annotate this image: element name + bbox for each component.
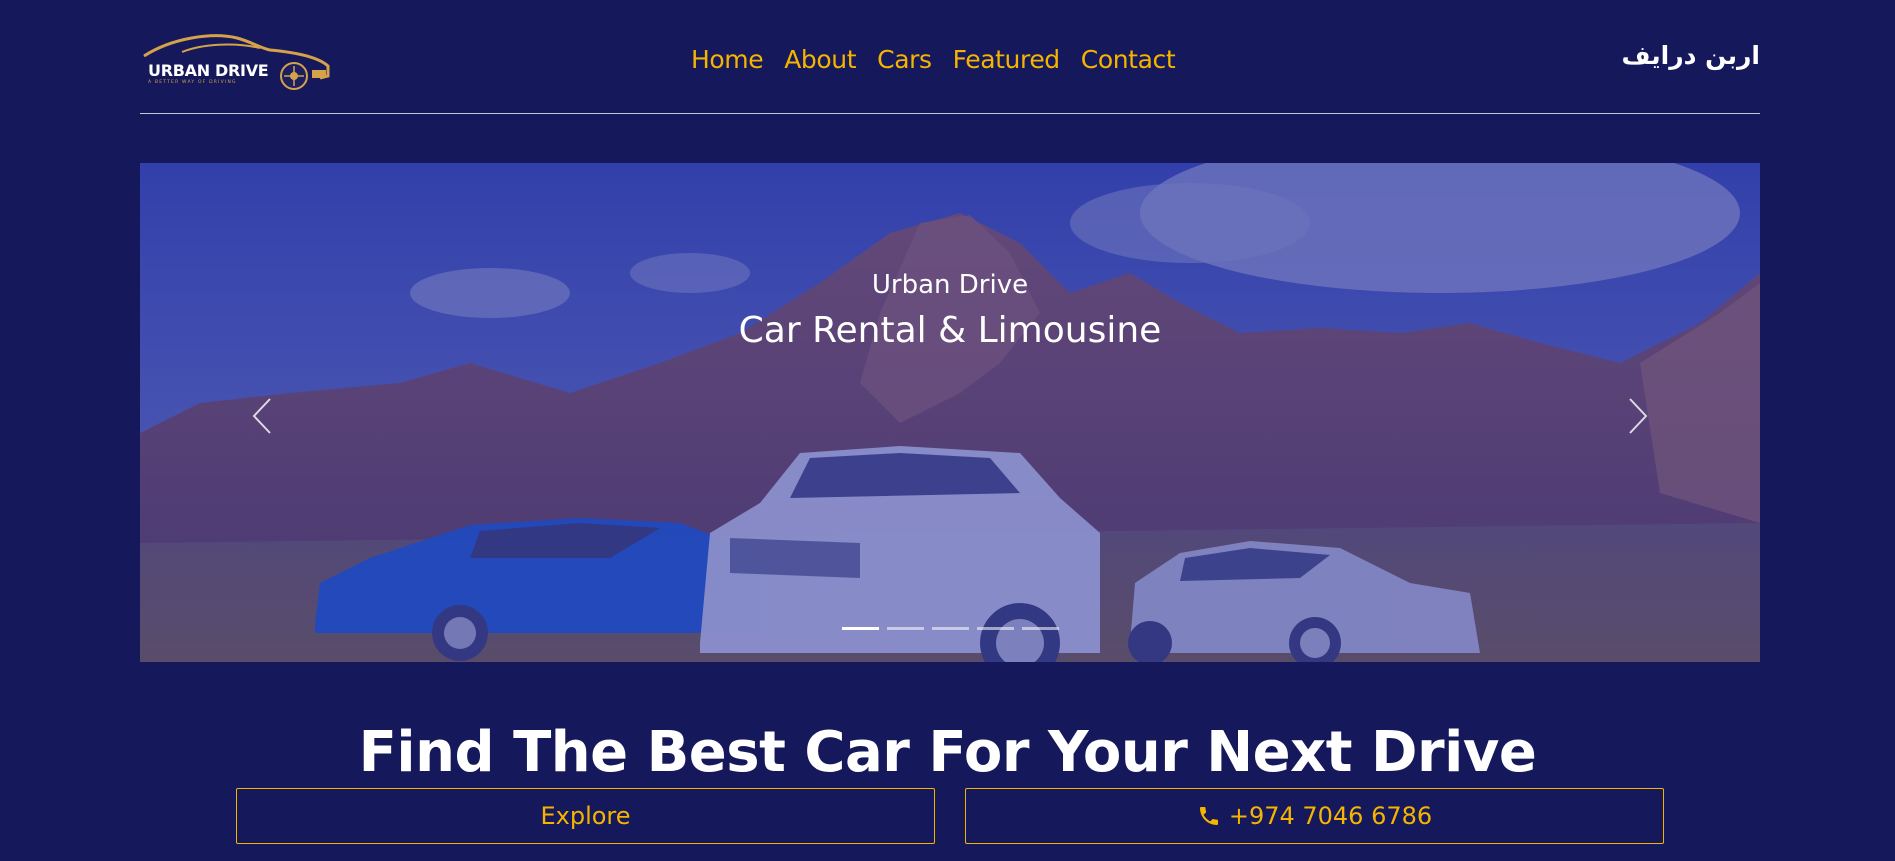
phone-label: +974 7046 6786 <box>1228 802 1433 830</box>
phone-button[interactable]: +974 7046 6786 <box>965 788 1664 844</box>
carousel-prev-button[interactable] <box>242 391 282 441</box>
nav-home[interactable]: Home <box>691 45 764 74</box>
explore-label: Explore <box>540 802 631 830</box>
nav-about[interactable]: About <box>784 45 856 74</box>
carousel-indicator-4[interactable] <box>977 627 1014 630</box>
chevron-right-icon <box>1629 398 1648 434</box>
nav-cars[interactable]: Cars <box>877 45 932 74</box>
hero-overlay <box>140 163 1760 662</box>
explore-button[interactable]: Explore <box>236 788 935 844</box>
carousel-next-button[interactable] <box>1618 391 1658 441</box>
carousel-indicator-2[interactable] <box>887 627 924 630</box>
hero-title: Car Rental & Limousine <box>738 310 1162 351</box>
carousel-indicators <box>842 627 1059 630</box>
logo[interactable]: URBAN DRIVE A Better Way of Driving <box>142 30 332 96</box>
logo-tagline: A Better Way of Driving <box>148 80 237 85</box>
hero-carousel: Urban Drive Car Rental & Limousine <box>140 163 1760 662</box>
brand-arabic[interactable]: اربن درايف <box>1621 41 1760 70</box>
main-nav: Home About Cars Featured Contact <box>691 45 1176 74</box>
main-headline: Find The Best Car For Your Next Drive <box>358 719 1537 785</box>
hero-kicker: Urban Drive <box>871 270 1029 300</box>
carousel-indicator-5[interactable] <box>1022 627 1059 630</box>
carousel-indicator-3[interactable] <box>932 627 969 630</box>
site-header: URBAN DRIVE A Better Way of Driving Home… <box>140 0 1760 114</box>
carousel-indicator-1[interactable] <box>842 627 879 630</box>
chevron-left-icon <box>252 398 271 434</box>
phone-icon <box>1199 807 1218 825</box>
logo-name: URBAN DRIVE <box>148 61 269 80</box>
nav-featured[interactable]: Featured <box>953 45 1061 74</box>
nav-contact[interactable]: Contact <box>1081 45 1176 74</box>
